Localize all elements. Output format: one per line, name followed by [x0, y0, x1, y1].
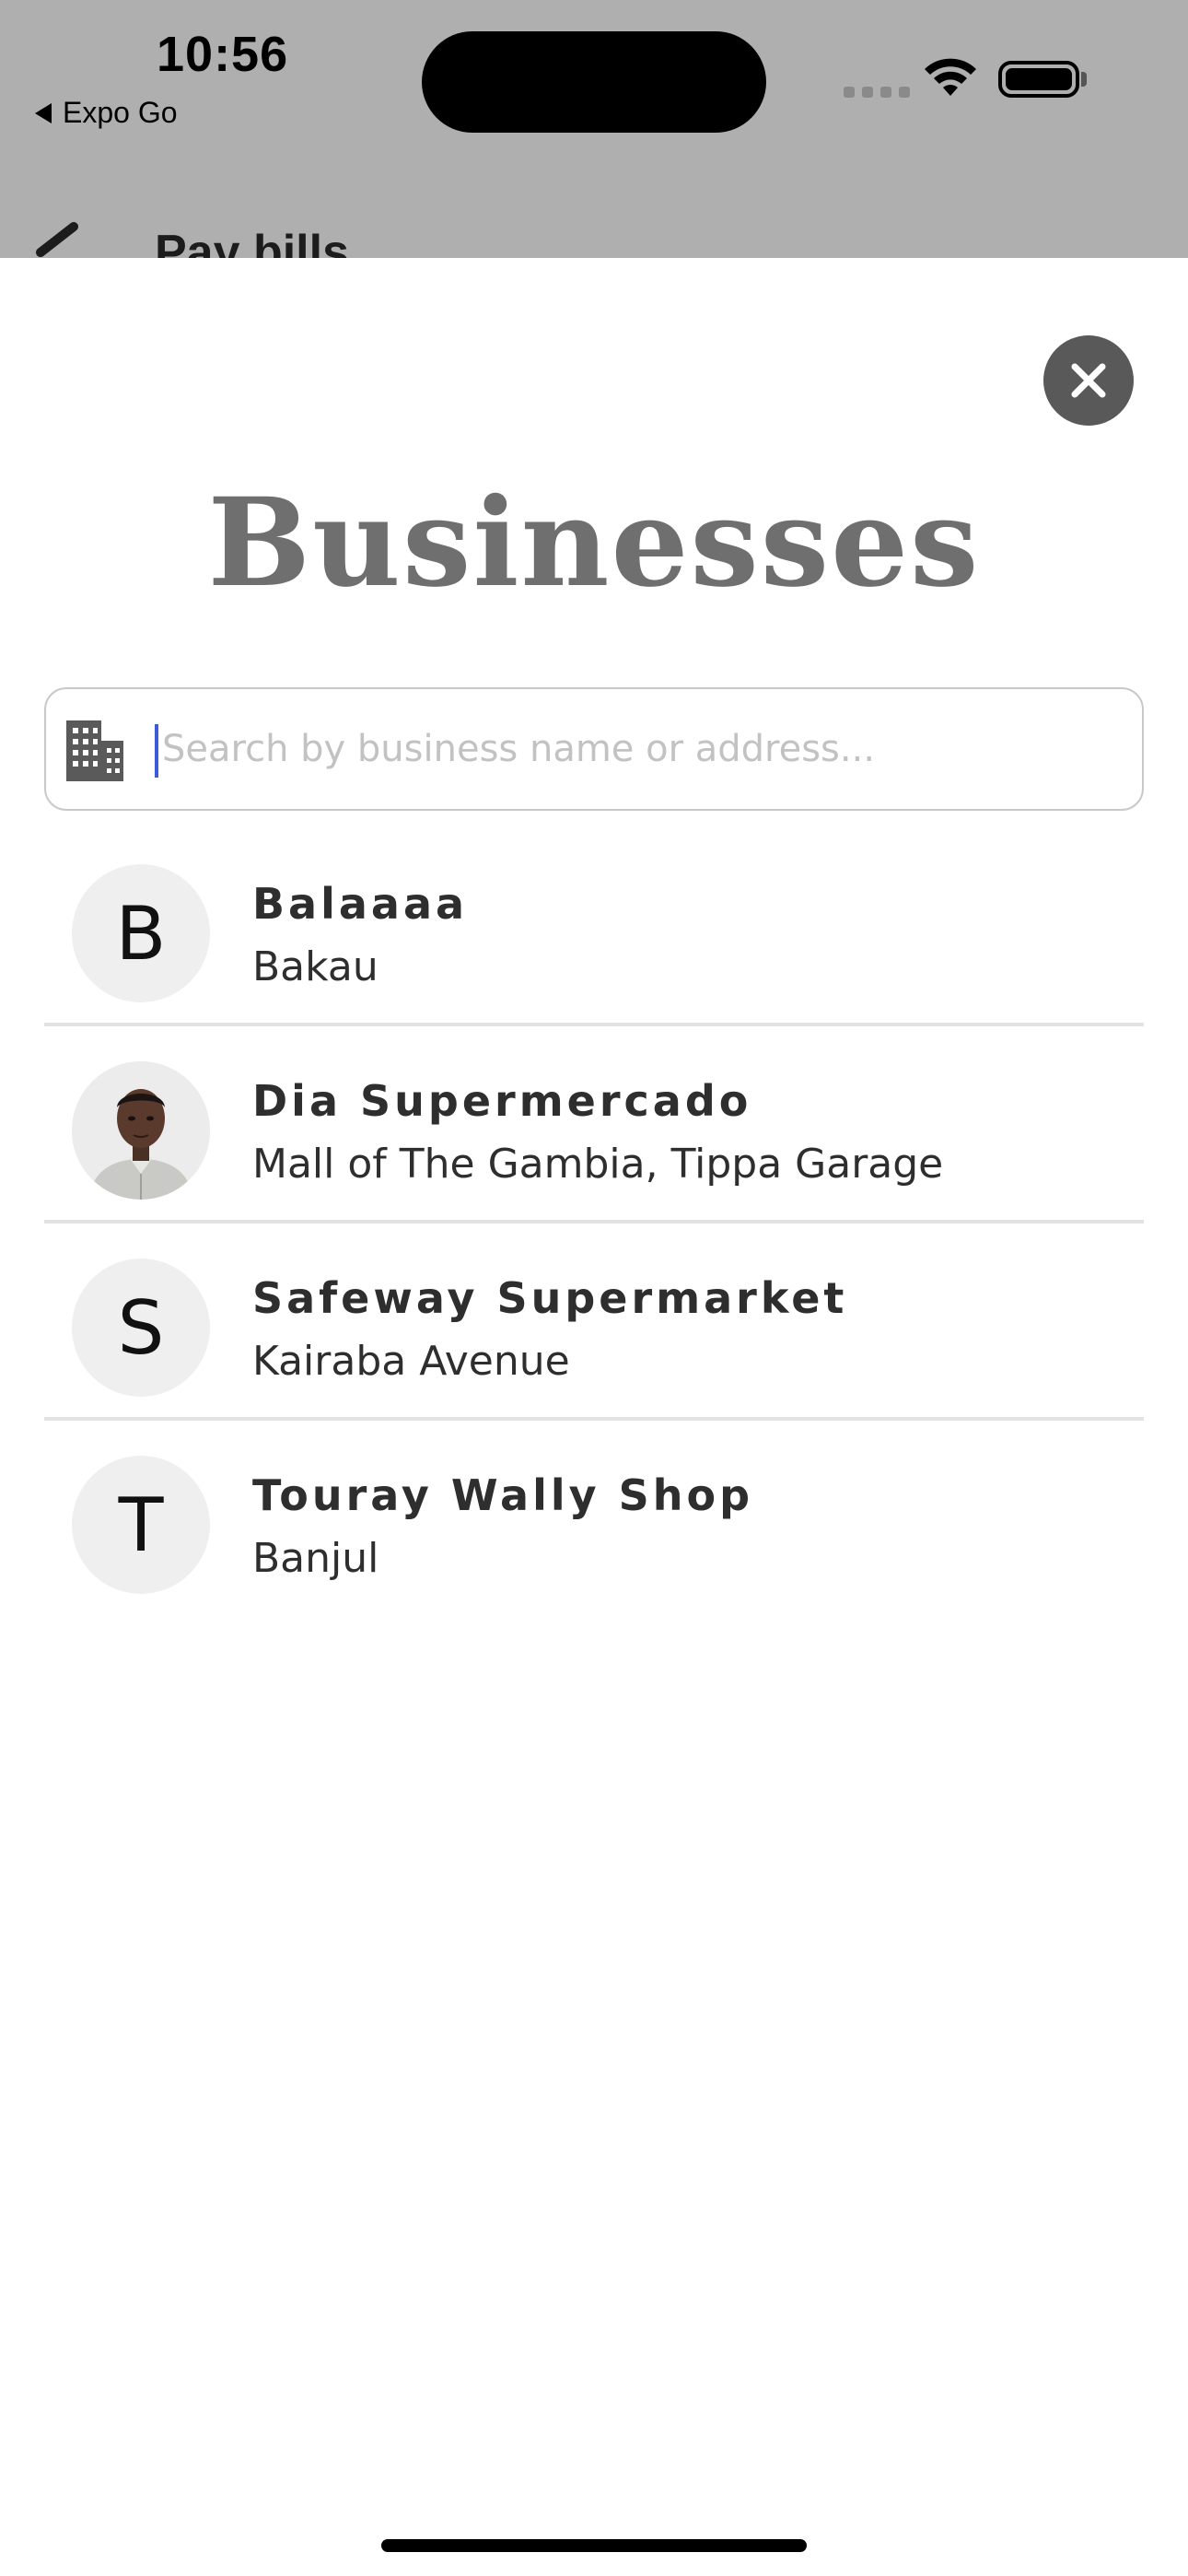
home-indicator[interactable]	[381, 2539, 807, 2552]
wifi-icon	[925, 58, 976, 96]
cellular-signal-icon	[844, 87, 910, 98]
close-icon	[1071, 363, 1106, 398]
close-button[interactable]	[1043, 335, 1134, 426]
business-address: Banjul	[252, 1535, 379, 1582]
business-row[interactable]: S Safeway Supermarket Kairaba Avenue	[44, 1224, 1144, 1421]
chevron-left-icon	[36, 222, 78, 257]
person-photo-icon	[72, 1061, 210, 1200]
avatar-photo	[72, 1061, 210, 1200]
business-address: Bakau	[252, 943, 379, 990]
business-row[interactable]: B Balaaaa Bakau	[44, 829, 1144, 1026]
back-triangle-icon	[35, 102, 52, 123]
battery-icon	[998, 61, 1079, 98]
business-list: B Balaaaa Bakau Dia Supermercado Mall of…	[44, 829, 1144, 1618]
dynamic-island	[422, 31, 766, 133]
back-app-label: Expo Go	[63, 96, 178, 129]
business-name: Dia Supermercado	[252, 1076, 752, 1126]
businesses-sheet: Businesses B Balaa	[0, 258, 1188, 2576]
status-time: 10:56	[157, 27, 289, 82]
business-address: Kairaba Avenue	[252, 1338, 570, 1385]
search-input[interactable]	[158, 709, 1124, 789]
battery-cap	[1081, 72, 1087, 87]
app-screen: 10:56 Expo Go Pay bills Businesses Searc…	[0, 0, 1188, 2576]
search-field[interactable]	[44, 687, 1144, 811]
underlying-page-title: Pay bills	[155, 226, 349, 260]
building-icon	[66, 720, 123, 781]
business-row[interactable]: T Touray Wally Shop Banjul	[44, 1421, 1144, 1618]
avatar: B	[72, 864, 210, 1002]
business-name: Safeway Supermarket	[252, 1273, 848, 1323]
backdrop[interactable]: 10:56 Expo Go Pay bills	[0, 0, 1188, 260]
back-to-app-link[interactable]: Expo Go	[35, 96, 178, 130]
business-address: Mall of The Gambia, Tippa Garage	[252, 1141, 944, 1188]
business-name: Touray Wally Shop	[252, 1470, 754, 1520]
business-row[interactable]: Dia Supermercado Mall of The Gambia, Tip…	[44, 1026, 1144, 1224]
avatar: S	[72, 1259, 210, 1397]
sheet-title: Businesses	[207, 472, 981, 615]
business-name: Balaaaa	[252, 879, 469, 929]
avatar: T	[72, 1456, 210, 1594]
